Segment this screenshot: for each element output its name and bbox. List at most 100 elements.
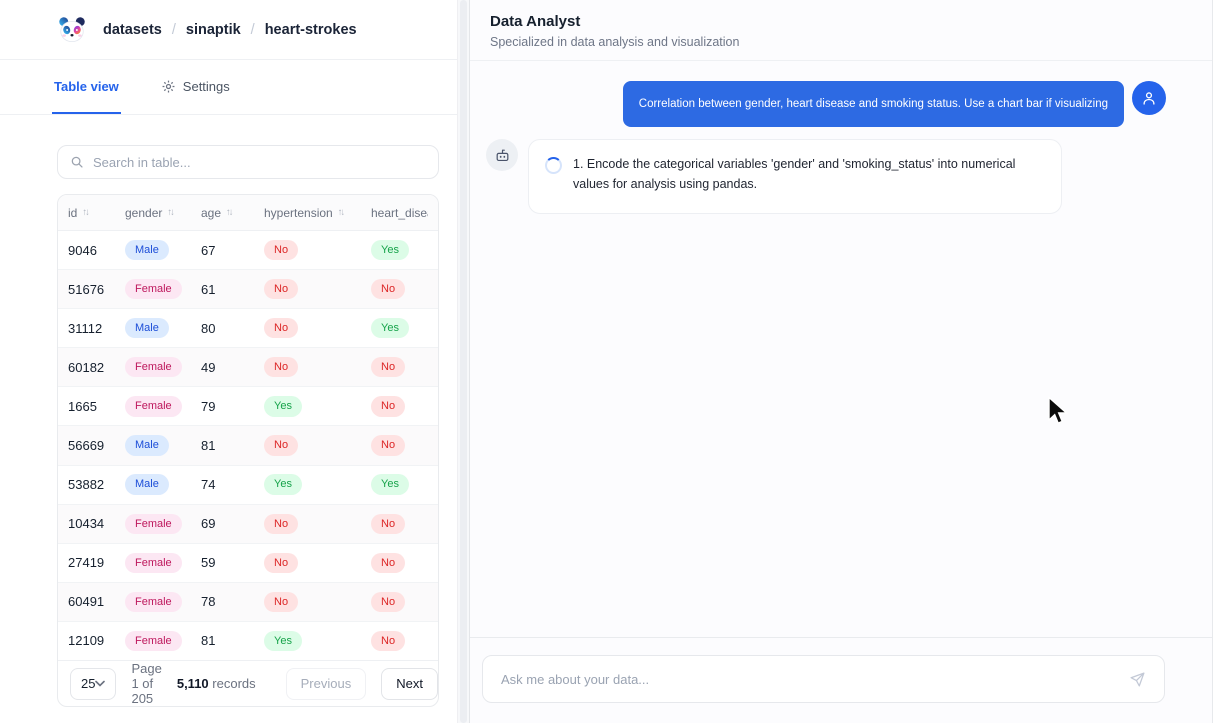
breadcrumb: datasets / sinaptik / heart-strokes — [103, 22, 357, 38]
tab-settings[interactable]: Settings — [159, 60, 232, 114]
tab-table-view-label: Table view — [54, 78, 119, 94]
cell-age: 69 — [201, 516, 216, 532]
scrollbar-thumb[interactable] — [460, 0, 467, 723]
cell-id: 60491 — [68, 594, 105, 610]
column-header-gender[interactable]: gender ↑↓ — [125, 206, 201, 220]
assistant-message-card: 1. Encode the categorical variables 'gen… — [528, 139, 1062, 215]
column-header-id[interactable]: id ↑↓ — [68, 206, 125, 220]
cell-age: 61 — [201, 281, 216, 297]
table-cell: No — [264, 278, 371, 300]
hypertension-badge: No — [264, 278, 299, 300]
loading-spinner-icon — [545, 157, 562, 175]
table-row[interactable]: 12109 Female 81 Yes No — [58, 622, 438, 660]
gender-badge: Female — [125, 630, 182, 652]
heart-disease-badge: No — [371, 357, 406, 378]
gender-badge: Male — [125, 239, 169, 261]
robot-icon — [494, 147, 511, 164]
cell-age: 78 — [201, 594, 216, 610]
table-row[interactable]: 31112 Male 80 No Yes — [58, 309, 438, 349]
chat-input[interactable] — [501, 671, 1115, 687]
records-label: records — [208, 676, 256, 691]
table-row[interactable]: 1665 Female 79 Yes No — [58, 387, 438, 427]
column-label: id — [68, 205, 78, 220]
cell-age: 59 — [201, 555, 216, 571]
page-size-select[interactable]: 25 — [70, 667, 117, 700]
table-cell: Female — [125, 278, 201, 300]
table-cell: No — [264, 318, 371, 339]
left-panel-scrollbar[interactable] — [457, 0, 470, 723]
table-search — [57, 145, 439, 179]
table-cell: Male — [125, 474, 201, 495]
breadcrumb-datasets[interactable]: datasets — [103, 22, 162, 38]
chat-input-container — [482, 655, 1165, 703]
right-panel-scrollbar[interactable] — [1212, 0, 1225, 723]
cell-id: 31112 — [68, 320, 103, 336]
search-input[interactable] — [93, 154, 426, 170]
table-cell: Yes — [264, 630, 371, 652]
table-cell: No — [371, 278, 428, 300]
table-cell: Female — [125, 357, 201, 378]
previous-page-button[interactable]: Previous — [285, 667, 367, 700]
cell-age: 67 — [201, 242, 216, 258]
table-row[interactable]: 53882 Male 74 Yes Yes — [58, 466, 438, 505]
agent-title: Data Analyst — [490, 13, 581, 30]
assistant-message-text: 1. Encode the categorical variables 'gen… — [573, 157, 1016, 192]
column-label: hypertension — [264, 205, 333, 220]
table-cell: Male — [125, 239, 201, 261]
dataset-panel: datasets / sinaptik / heart-strokes Tabl… — [0, 0, 457, 723]
column-header-heart-disease[interactable]: heart_disease — [371, 206, 428, 220]
table-cell: Yes — [264, 474, 371, 495]
hypertension-badge: No — [264, 552, 299, 573]
hypertension-badge: No — [264, 357, 299, 378]
table-cell: No — [371, 396, 428, 417]
column-header-hypertension[interactable]: hypertension ↑↓ — [264, 206, 371, 220]
table-header-row: id ↑↓ gender ↑↓ age ↑↓ hypertension ↑↓ h… — [58, 195, 438, 231]
table-body: 9046 Male 67 No Yes 51676 Female 61 No No 31112 Mal… — [58, 231, 438, 660]
gender-badge: Female — [125, 552, 182, 573]
table-row[interactable]: 27419 Female 59 No No — [58, 544, 438, 583]
tab-table-view[interactable]: Table view — [52, 60, 121, 114]
table-row[interactable]: 60491 Female 78 No No — [58, 582, 438, 622]
send-button[interactable] — [1125, 667, 1150, 692]
breadcrumb-sinaptik[interactable]: sinaptik — [186, 22, 241, 38]
table-row[interactable]: 10434 Female 69 No No — [58, 504, 438, 544]
user-avatar[interactable] — [1132, 81, 1166, 115]
sort-icon[interactable]: ↑↓ — [226, 208, 233, 218]
table-cell: Female — [125, 396, 201, 417]
sort-icon[interactable]: ↑↓ — [338, 208, 345, 218]
hypertension-badge: Yes — [264, 630, 302, 652]
cell-age: 49 — [201, 359, 216, 375]
hypertension-badge: Yes — [264, 474, 302, 495]
cell-id: 9046 — [68, 242, 97, 258]
column-label: heart_disease — [371, 205, 428, 220]
table-cell: Male — [125, 318, 201, 339]
gender-badge: Female — [125, 357, 182, 378]
table-cell: Male — [125, 435, 201, 456]
heart-disease-badge: No — [371, 396, 406, 417]
column-header-age[interactable]: age ↑↓ — [201, 206, 264, 220]
heart-disease-badge: Yes — [371, 239, 409, 261]
cell-age: 79 — [201, 398, 216, 414]
gender-badge: Female — [125, 396, 182, 417]
cell-age: 80 — [201, 320, 216, 336]
sort-icon[interactable]: ↑↓ — [82, 208, 89, 218]
table-cell: No — [371, 435, 428, 456]
table-row[interactable]: 51676 Female 61 No No — [58, 270, 438, 310]
sort-icon[interactable]: ↑↓ — [167, 208, 174, 218]
gear-icon — [161, 79, 176, 94]
breadcrumb-heart-strokes[interactable]: heart-strokes — [265, 22, 357, 38]
table-cell: No — [371, 552, 428, 573]
assistant-avatar — [486, 139, 518, 172]
table-row[interactable]: 60182 Female 49 No No — [58, 348, 438, 388]
gender-badge: Male — [125, 435, 169, 456]
breadcrumb-separator: / — [171, 21, 176, 38]
table-row[interactable]: 56669 Male 81 No No — [58, 426, 438, 466]
cell-id: 12109 — [68, 633, 105, 649]
next-page-button[interactable]: Next — [381, 667, 438, 700]
cell-id: 53882 — [68, 477, 105, 493]
table-row[interactable]: 9046 Male 67 No Yes — [58, 231, 438, 271]
page-info: Page 1 of 205 — [131, 661, 162, 706]
table-cell: Yes — [264, 396, 371, 417]
table-cell: No — [264, 357, 371, 378]
panda-logo-icon[interactable] — [57, 15, 87, 45]
